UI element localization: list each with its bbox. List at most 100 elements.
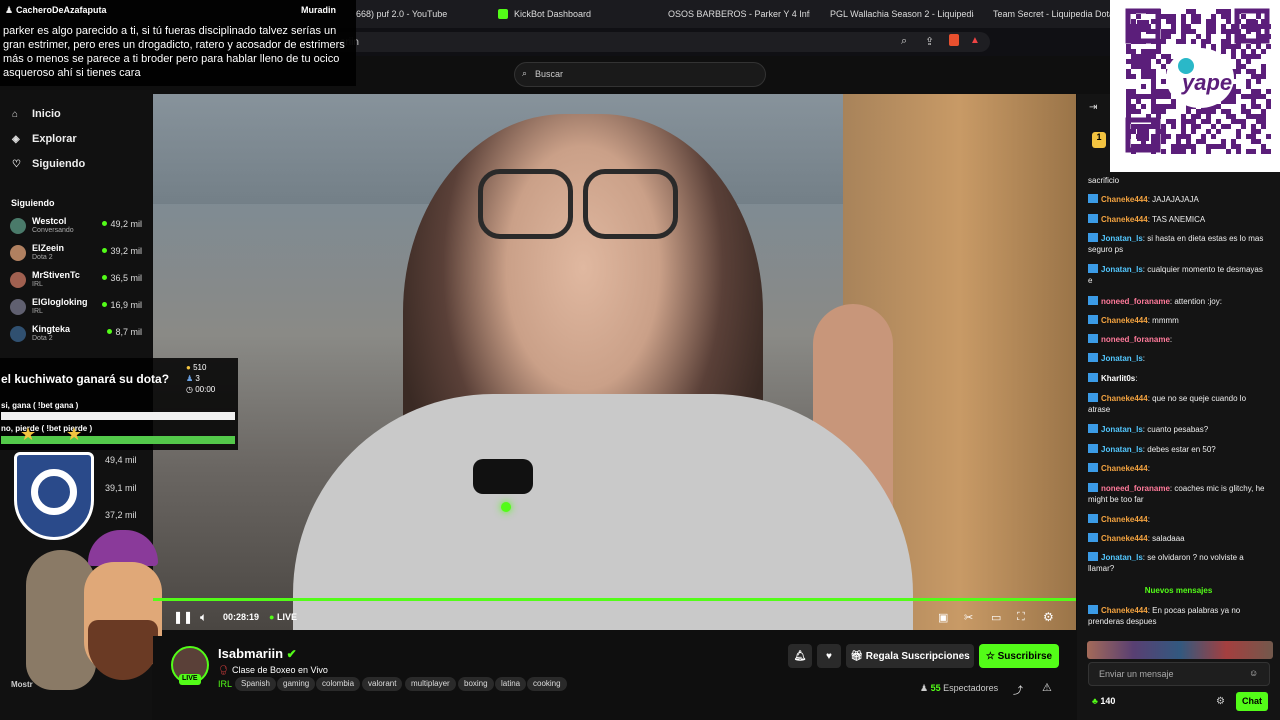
viewer-count: 36,5 mil xyxy=(102,273,142,283)
follow-button[interactable]: ♥ xyxy=(817,644,841,668)
tag[interactable]: multiplayer xyxy=(405,677,456,691)
send-chat-button[interactable]: Chat xyxy=(1236,692,1268,711)
player-controls: ❚❚ 🔈︎ 00:28:19 ● LIVE ▣ ✂ ▭ ⛶ ⚙ xyxy=(153,598,1076,634)
tab-label: OSOS BARBEROS - Parker Y 4 Infiele xyxy=(668,9,810,19)
gift-subs-button[interactable]: 🎁︎ Regala Suscripciones xyxy=(846,644,974,668)
chat-username[interactable]: Chaneke444 xyxy=(1101,515,1148,524)
rewards-icon[interactable]: ▲ xyxy=(970,35,980,46)
gift-icon: 🎁︎ xyxy=(850,650,863,662)
stream-title: 🥊︎ Clase de Boxeo en Vivo xyxy=(218,665,328,676)
emote-bar[interactable] xyxy=(1087,641,1273,659)
tab-team-secret[interactable]: Team Secret - Liquipedia Dota 2 xyxy=(987,0,1110,28)
chat-username[interactable]: Chaneke444 xyxy=(1101,606,1148,615)
collapse-chat-icon[interactable]: ⇥ xyxy=(1089,102,1097,113)
chat-username[interactable]: Chaneke444 xyxy=(1101,464,1148,473)
live-indicator: ● LIVE xyxy=(269,612,297,622)
volume-icon[interactable]: 🔈︎ xyxy=(200,610,207,625)
following-channel[interactable]: ElZeein Dota 2 39,2 mil xyxy=(10,243,150,265)
tag[interactable]: latina xyxy=(495,677,527,691)
tag[interactable]: colombia xyxy=(316,677,361,691)
tab-osos-barberos[interactable]: OSOS BARBEROS - Parker Y 4 Infiele xyxy=(662,0,810,28)
chat-username[interactable]: Jonatan_ls xyxy=(1101,265,1143,274)
chat-username[interactable]: Jonatan_ls xyxy=(1101,234,1143,243)
brave-shield-icon[interactable] xyxy=(949,34,959,46)
following-channel[interactable]: Kingteka Dota 2 8,7 mil xyxy=(10,324,150,346)
yape-logo: yape xyxy=(1182,70,1233,95)
chat-username[interactable]: noneed_foraname xyxy=(1101,335,1170,344)
beard-icon xyxy=(88,620,158,680)
new-messages-divider[interactable]: Nuevos mensajes xyxy=(1077,586,1280,595)
following-channel[interactable]: Westcol Conversando 49,2 mil xyxy=(10,216,150,238)
chat-settings-icon[interactable]: ⚙ xyxy=(1216,696,1225,707)
theater-icon[interactable]: ▭ xyxy=(991,611,1001,624)
channel-name: MrStivenTc xyxy=(32,270,80,280)
leaderboard-badge-icon[interactable]: 1 xyxy=(1092,132,1106,148)
report-icon[interactable]: ⚠ xyxy=(1042,681,1052,694)
settings-icon[interactable]: ⚙ xyxy=(1043,610,1054,624)
chat-input-placeholder: Enviar un mensaje xyxy=(1099,669,1174,679)
share-icon[interactable]: ⇪ xyxy=(925,35,934,48)
search-input[interactable]: ⌕ Buscar xyxy=(514,62,766,87)
chat-text: saladaaa xyxy=(1152,534,1185,543)
channel-category: IRL xyxy=(32,308,43,315)
following-channel[interactable]: MrStivenTc IRL 36,5 mil xyxy=(10,270,150,292)
chat-username[interactable]: Chaneke444 xyxy=(1101,316,1148,325)
progress-bar[interactable] xyxy=(153,598,1076,601)
pause-icon[interactable]: ❚❚ xyxy=(173,610,193,624)
share-icon[interactable]: ⤴ xyxy=(1013,682,1023,697)
nav-explorar[interactable]: ◈ Explorar xyxy=(12,133,77,145)
live-label: LIVE xyxy=(276,612,297,622)
chat-username[interactable]: Jonatan_ls xyxy=(1101,425,1143,434)
video-player[interactable] xyxy=(153,94,1076,630)
glasses-left xyxy=(478,169,573,239)
fullscreen-icon[interactable]: ⛶ xyxy=(1017,611,1025,624)
chat-username[interactable]: noneed_foraname xyxy=(1101,297,1170,306)
poll-users-value: 3 xyxy=(195,374,200,383)
overlay-game-user: Muradin xyxy=(301,5,336,15)
home-icon: ⌂ xyxy=(12,108,19,120)
sub-badge-icon xyxy=(1088,353,1098,362)
channel-points[interactable]: ♣ 140 xyxy=(1092,696,1115,706)
chat-username[interactable]: Chaneke444 xyxy=(1101,394,1148,403)
tab-label: KickBot Dashboard xyxy=(514,9,592,19)
notifications-button[interactable]: 🔔︎ xyxy=(788,644,812,668)
address-bar[interactable]: ariin xyxy=(330,32,990,52)
chat-username[interactable]: Chaneke444 xyxy=(1101,195,1148,204)
viewers-icon: ♟ xyxy=(920,683,929,693)
subscribe-button[interactable]: ☆ Suscribirse xyxy=(979,644,1059,668)
chat-username[interactable]: Kharlit0s xyxy=(1101,374,1135,383)
viewer-count: 39,2 mil xyxy=(102,246,142,256)
chat-username[interactable]: Jonatan_ls xyxy=(1101,354,1143,363)
tag[interactable]: valorant xyxy=(362,677,403,691)
tag[interactable]: cooking xyxy=(527,677,567,691)
points-value: 140 xyxy=(1100,696,1116,706)
viewer-counter: ♟ 55 Espectadores xyxy=(920,683,998,694)
tab-pgl-wallachia[interactable]: PGL Wallachia Season 2 - Liquipedia xyxy=(824,0,974,28)
following-channel[interactable]: ElGlogloking IRL 16,9 mil xyxy=(10,297,150,319)
chat-username[interactable]: noneed_foraname xyxy=(1101,484,1170,493)
tab-kickbot[interactable]: KickBot Dashboard xyxy=(498,0,648,28)
chat-username[interactable]: Chaneke444 xyxy=(1101,215,1148,224)
tag[interactable]: boxing xyxy=(458,677,494,691)
tab-youtube[interactable]: 668) puf 2.0 - YouTube xyxy=(356,0,476,28)
emoji-icon[interactable]: ☺ xyxy=(1249,668,1258,678)
chat-message: Chaneke444: xyxy=(1088,514,1268,525)
star-icon: ★ xyxy=(20,424,37,444)
chat-username[interactable]: Chaneke444 xyxy=(1101,534,1148,543)
zoom-icon[interactable]: ⌕ xyxy=(901,35,907,48)
nav-inicio[interactable]: ⌂ Inicio xyxy=(12,108,61,120)
stream-category[interactable]: IRL xyxy=(218,679,232,689)
users-icon: ♟ xyxy=(186,374,194,383)
sub-badge-icon xyxy=(1088,463,1098,472)
tag[interactable]: gaming xyxy=(277,677,316,691)
chat-input[interactable]: Enviar un mensaje xyxy=(1088,662,1270,686)
chat-username[interactable]: Jonatan_ls xyxy=(1101,553,1143,562)
tag[interactable]: Spanish xyxy=(235,677,276,691)
heart-icon: ♡ xyxy=(12,158,21,170)
channel-name[interactable]: Isabmariin ✔ xyxy=(218,646,297,661)
chat-username[interactable]: Jonatan_ls xyxy=(1101,445,1143,454)
nav-siguiendo[interactable]: ♡ Siguiendo xyxy=(12,158,85,170)
sub-badge-icon xyxy=(1088,444,1098,453)
pip-icon[interactable]: ▣ xyxy=(938,611,948,624)
clip-icon[interactable]: ✂ xyxy=(964,611,973,624)
